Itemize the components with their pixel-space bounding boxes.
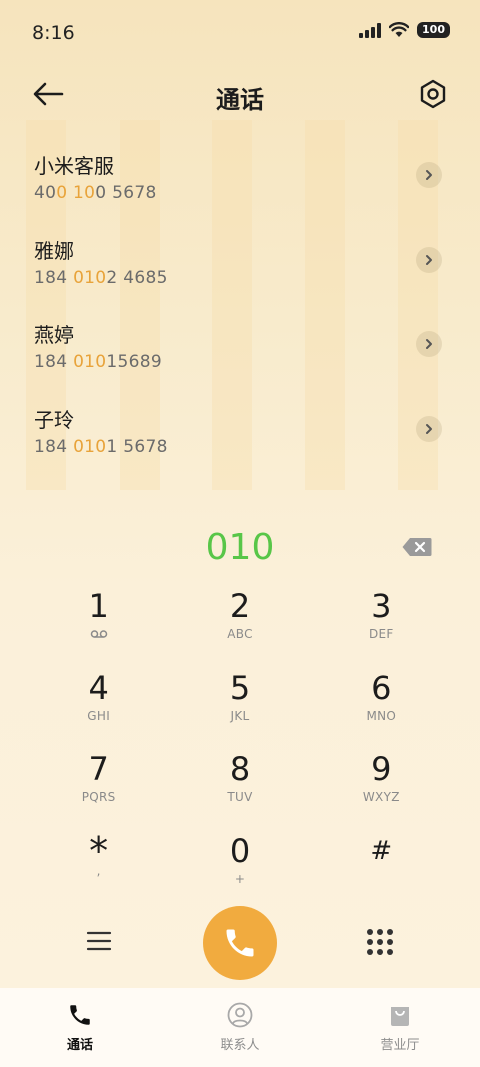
- contact-item[interactable]: 子玲 184 0101 5678: [0, 392, 480, 477]
- contact-item[interactable]: 雅娜 184 0102 4685: [0, 223, 480, 308]
- contact-item[interactable]: 燕婷 184 01015689: [0, 307, 480, 392]
- status-icons: 100: [359, 22, 450, 38]
- shopping-bag-icon: [391, 1007, 409, 1026]
- key-star[interactable]: * ,: [28, 830, 169, 912]
- voicemail-icon: [90, 630, 107, 638]
- page-title: 通话: [216, 86, 264, 114]
- battery-icon: 100: [417, 22, 450, 38]
- key-2[interactable]: 2 ABC: [169, 585, 310, 667]
- contact-number: 184 0102 4685: [34, 267, 168, 288]
- key-0[interactable]: 0 +: [169, 830, 310, 912]
- contact-name: 雅娜: [34, 238, 74, 263]
- key-digit: 8: [229, 750, 251, 788]
- key-letters: WXYZ: [362, 790, 400, 804]
- person-icon: [227, 1002, 253, 1028]
- dialer-action-row: [0, 905, 480, 981]
- top-bar: 通话: [0, 68, 480, 120]
- key-letters: PQRS: [81, 790, 116, 804]
- dial-keypad: 1 2 ABC 3 DEF 4 GHI 5 JKL 6 MNO 7 PQRS 8…: [28, 585, 452, 911]
- tab-calls[interactable]: 通话: [0, 988, 160, 1067]
- key-4[interactable]: 4 GHI: [28, 667, 169, 749]
- key-digit: 4: [88, 668, 109, 707]
- bottom-tab-bar: 通话 联系人 营业厅: [0, 988, 480, 1067]
- key-8[interactable]: 8 TUV: [169, 748, 310, 830]
- backspace-icon[interactable]: [402, 537, 432, 557]
- contact-name: 小米客服: [34, 154, 114, 178]
- tab-service-hall[interactable]: 营业厅: [320, 988, 480, 1067]
- wifi-icon: [389, 22, 410, 37]
- hexagon-settings-icon[interactable]: [418, 78, 448, 110]
- key-digit: #: [370, 835, 393, 866]
- key-digit: 1: [88, 587, 109, 625]
- tab-label: 营业厅: [380, 1038, 420, 1053]
- key-digit: 9: [371, 750, 392, 788]
- contact-number: 400 100 5678: [34, 183, 157, 203]
- key-digit: 7: [88, 750, 109, 788]
- phone-icon: [226, 929, 254, 957]
- key-5[interactable]: 5 JKL: [169, 667, 310, 749]
- key-letters: DEF: [369, 627, 394, 641]
- key-hash[interactable]: #: [311, 830, 452, 912]
- contact-suggestion-list: 小米客服 400 100 5678 雅娜 184 0102 4685 燕婷 18…: [0, 138, 480, 476]
- key-digit: 6: [371, 668, 392, 707]
- tab-label: 联系人: [220, 1038, 260, 1053]
- key-digit: 5: [229, 668, 251, 707]
- contact-detail-chevron-icon[interactable]: [416, 246, 442, 273]
- key-digit: 2: [229, 587, 251, 625]
- key-letters: MNO: [366, 708, 397, 723]
- key-9[interactable]: 9 WXYZ: [311, 748, 452, 830]
- key-digit: 3: [371, 587, 392, 625]
- status-time: 8:16: [32, 22, 75, 44]
- phone-icon: [70, 1005, 90, 1025]
- contact-item[interactable]: 小米客服 400 100 5678: [0, 138, 480, 223]
- key-letters: GHI: [87, 708, 111, 723]
- key-letters: ,: [96, 863, 101, 878]
- status-bar: 8:16 100: [0, 0, 480, 68]
- tab-contacts[interactable]: 联系人: [160, 988, 320, 1067]
- contact-detail-chevron-icon[interactable]: [416, 415, 442, 442]
- key-digit: 0: [229, 831, 251, 870]
- key-3[interactable]: 3 DEF: [311, 585, 452, 667]
- contact-detail-chevron-icon[interactable]: [416, 162, 442, 188]
- key-letters: TUV: [227, 790, 253, 804]
- key-1[interactable]: 1: [28, 585, 169, 667]
- call-button[interactable]: [203, 906, 277, 980]
- tab-label: 通话: [66, 1038, 93, 1053]
- key-letters: ABC: [227, 627, 253, 641]
- menu-icon[interactable]: [86, 929, 112, 953]
- contact-detail-chevron-icon[interactable]: [416, 331, 442, 357]
- contact-number: 184 01015689: [34, 352, 163, 372]
- contact-name: 燕婷: [34, 323, 74, 347]
- key-letters: JKL: [230, 708, 250, 723]
- key-7[interactable]: 7 PQRS: [28, 748, 169, 830]
- dialpad-toggle-icon[interactable]: [367, 929, 393, 955]
- contact-name: 子玲: [34, 407, 74, 432]
- key-6[interactable]: 6 MNO: [311, 667, 452, 749]
- key-letters: +: [234, 871, 246, 886]
- signal-icon: [359, 22, 382, 38]
- contact-number: 184 0101 5678: [34, 436, 168, 457]
